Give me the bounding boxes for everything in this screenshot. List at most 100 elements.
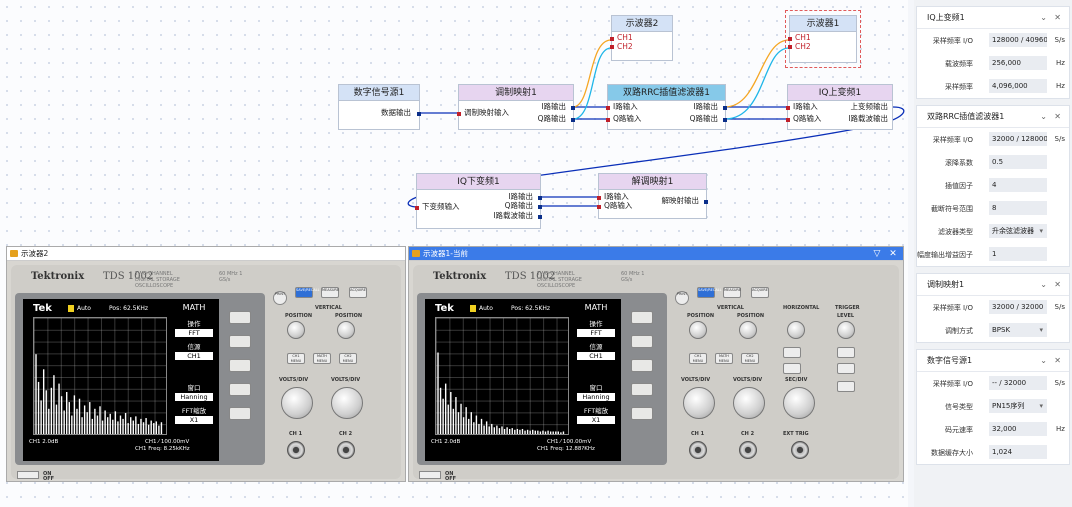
close-icon[interactable]: ✕ [885,247,901,261]
ch1-menu-button[interactable]: CH1 MENU [689,353,707,364]
block-mod-map[interactable]: 调制映射1 调制映射输入 I路输出 Q路输出 [457,84,575,130]
ch1-position-knob[interactable] [287,321,305,339]
block-rrc-filter[interactable]: 双路RRC插值滤波器1 I路输入 Q路输入 I路输出 Q路输出 [606,84,727,130]
section-header[interactable]: 双路RRC插值滤波器1 ⌄ ✕ [917,106,1069,128]
oscilloscope-window[interactable]: 示波器1-当前 ▽ ✕ Tektronix TDS 1002 TWO CHANNEL DI… [408,246,904,482]
softkey-button[interactable] [229,335,251,348]
force-trig-button[interactable] [837,363,855,374]
input-pin[interactable] [597,196,601,200]
input-pin[interactable] [457,112,461,116]
section-header[interactable]: 调制映射1 ⌄ ✕ [917,274,1069,296]
block-iq-downconverter[interactable]: IQ下变频1 下变频输入 I路输出 Q路输出 I路载波输出 [415,173,542,229]
ch2-menu-button[interactable]: CH2 MENU [339,353,357,364]
flow-canvas[interactable]: 数字信号源1 数据输出 调制映射1 调制映射输入 I路输出 Q路输出 双路RRC… [0,0,908,507]
ch2-volts-knob[interactable] [733,387,765,419]
softkey-button[interactable] [229,383,251,396]
power-switch[interactable] [17,471,39,479]
property-input[interactable]: 32,000 [989,422,1047,436]
property-input[interactable]: 32000 / 32000 [989,300,1047,314]
block-signal-source[interactable]: 数字信号源1 数据输出 [338,84,421,130]
window-titlebar[interactable]: 示波器1-当前 ▽ ✕ [409,247,903,261]
ch2-volts-knob[interactable] [331,387,363,419]
property-input[interactable]: 1,024 [989,445,1047,459]
output-pin[interactable] [723,106,727,110]
trig-menu-button[interactable] [837,347,855,358]
ch2-position-knob[interactable] [739,321,757,339]
close-icon[interactable]: ✕ [1054,350,1061,372]
set-zero-button[interactable] [783,363,801,374]
trig-view-button[interactable] [837,381,855,392]
ch1-position-knob[interactable] [689,321,707,339]
measure-button[interactable]: MEASURE [321,287,339,298]
softkey-button[interactable] [631,383,653,396]
input-pin[interactable] [610,37,614,41]
close-icon[interactable]: ✕ [1054,7,1061,29]
horizontal-position-knob[interactable] [787,321,805,339]
print-button[interactable]: PRINT [675,291,689,305]
horiz-menu-button[interactable] [783,347,801,358]
property-select[interactable]: 升余弦滤波器 [989,224,1047,238]
property-select[interactable]: BPSK [989,323,1047,337]
oscilloscope-window[interactable]: 示波器2 Tektronix TDS 1002 TWO CHANNEL DIGITAL… [6,246,406,482]
softkey-button[interactable] [631,359,653,372]
close-icon[interactable]: ✕ [1054,274,1061,296]
property-input[interactable]: -- / 32000 [989,376,1047,390]
section-header[interactable]: IQ上变频1 ⌄ ✕ [917,7,1069,29]
output-pin[interactable] [417,112,421,116]
input-pin[interactable] [610,45,614,49]
input-pin[interactable] [786,118,790,122]
softkey-button[interactable] [229,407,251,420]
property-input[interactable]: 4,096,000 [989,79,1047,93]
output-pin[interactable] [538,215,542,219]
trigger-level-knob[interactable] [837,321,855,339]
property-input[interactable]: 128000 / 409600 [989,33,1047,47]
block-scope-2[interactable]: 示波器2 CH1 CH2 [610,15,673,61]
property-input[interactable]: 256,000 [989,56,1047,70]
block-iq-upconverter[interactable]: IQ上变频1 I路输入 Q路输入 上变频输出 I路载波输出 [786,84,893,130]
output-pin[interactable] [704,200,708,204]
save-recall-button[interactable]: SAVE/RECALL [697,287,722,298]
acquire-button[interactable]: ACQUIRE [349,287,367,298]
property-input[interactable]: 32000 / 128000 [989,132,1047,146]
measure-button[interactable]: MEASURE [723,287,741,298]
power-switch[interactable] [419,471,441,479]
window-titlebar[interactable]: 示波器2 [7,247,405,261]
input-pin[interactable] [788,45,792,49]
math-menu-button[interactable]: MATH MENU [715,353,733,364]
section-header[interactable]: 数字信号源1 ⌄ ✕ [917,350,1069,372]
softkey-button[interactable] [229,311,251,324]
softkey-button[interactable] [631,311,653,324]
input-pin[interactable] [788,37,792,41]
output-pin[interactable] [571,106,575,110]
property-input[interactable]: 8 [989,201,1047,215]
block-demod-map[interactable]: 解调映射1 I路输入 Q路输入 解映射输出 [597,173,708,219]
property-input[interactable]: 4 [989,178,1047,192]
input-pin[interactable] [597,205,601,209]
property-input[interactable]: 0.5 [989,155,1047,169]
chevron-down-icon[interactable]: ⌄ [1040,274,1047,296]
output-pin[interactable] [538,196,542,200]
sec-div-knob[interactable] [783,387,815,419]
output-pin[interactable] [571,118,575,122]
chevron-down-icon[interactable]: ⌄ [1040,350,1047,372]
output-pin[interactable] [723,118,727,122]
ch2-menu-button[interactable]: CH2 MENU [741,353,759,364]
minimize-icon[interactable]: ▽ [869,247,885,261]
acquire-button[interactable]: ACQUIRE [751,287,769,298]
ch1-volts-knob[interactable] [281,387,313,419]
input-pin[interactable] [606,118,610,122]
save-recall-button[interactable]: SAVE/RECALL [295,287,320,298]
print-button[interactable]: PRINT [273,291,287,305]
ch1-menu-button[interactable]: CH1 MENU [287,353,305,364]
input-pin[interactable] [606,106,610,110]
ch1-volts-knob[interactable] [683,387,715,419]
softkey-button[interactable] [229,359,251,372]
ch2-position-knob[interactable] [337,321,355,339]
block-scope-1[interactable]: 示波器1 CH1 CH2 [788,15,857,63]
close-icon[interactable]: ✕ [1054,106,1061,128]
softkey-button[interactable] [631,407,653,420]
output-pin[interactable] [538,205,542,209]
chevron-down-icon[interactable]: ⌄ [1040,106,1047,128]
softkey-button[interactable] [631,335,653,348]
input-pin[interactable] [786,106,790,110]
